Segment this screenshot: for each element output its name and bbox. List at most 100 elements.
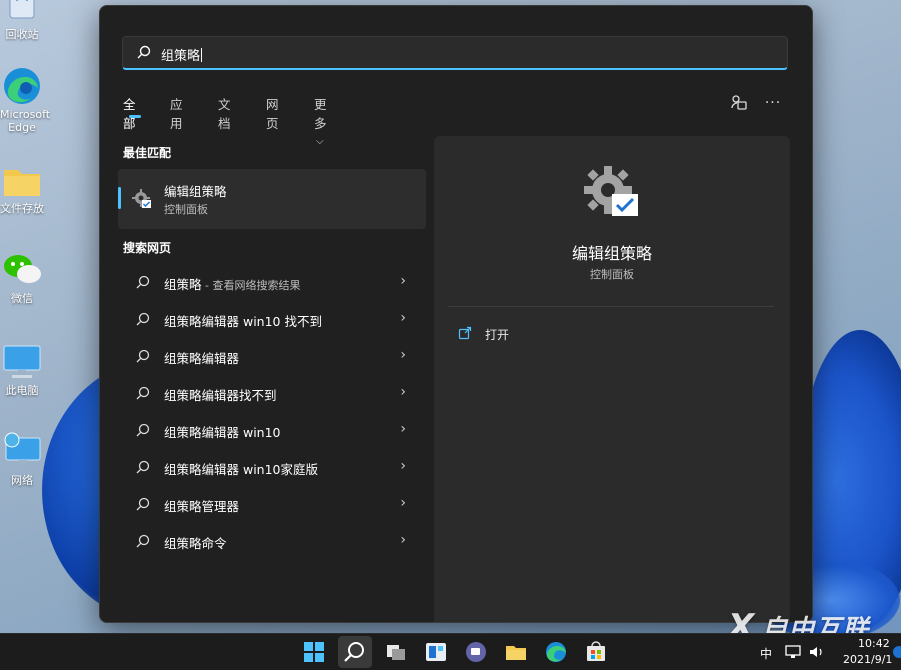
chevron-right-icon: ›: [400, 458, 406, 474]
folder-icon: [2, 160, 42, 200]
share-button[interactable]: [730, 94, 752, 116]
web-suggestion-item[interactable]: 组策略 - 查看网络搜索结果 ›: [118, 264, 426, 301]
wallpaper-bloom: [800, 330, 901, 630]
wechat-icon: [2, 250, 42, 290]
desktop-icon-recycle-bin[interactable]: 回收站: [0, 0, 44, 41]
detail-title: 编辑组策略: [571, 244, 652, 263]
text-caret: [201, 48, 203, 62]
web-suggestion-item[interactable]: 组策略编辑器找不到 ›: [118, 375, 426, 412]
search-icon: [137, 45, 151, 59]
search-box[interactable]: 组策略: [122, 36, 788, 70]
detail-pane: 编辑组策略 控制面板 打开: [434, 136, 790, 622]
web-suggestion-item[interactable]: 组策略编辑器 win10 找不到 ›: [118, 301, 426, 338]
desktop-icon-this-pc[interactable]: 此电脑: [0, 342, 44, 397]
selection-indicator: [118, 187, 121, 209]
web-suggestion-item[interactable]: 组策略编辑器 ›: [118, 338, 426, 375]
volume-icon[interactable]: [808, 643, 826, 661]
recycle-bin-icon: [2, 0, 42, 26]
web-suggestion-text: 组策略管理器: [164, 499, 240, 514]
ellipsis-icon: ···: [764, 95, 782, 111]
search-icon: [136, 386, 150, 400]
microsoft-store-icon[interactable]: [584, 640, 608, 664]
search-icon: [136, 497, 150, 511]
start-windows-icon[interactable]: [302, 640, 326, 664]
search-icon: [136, 423, 150, 437]
chevron-down-icon: ⌵: [316, 136, 324, 147]
tab-all[interactable]: 全部: [123, 94, 136, 132]
tab-apps[interactable]: 应用: [170, 94, 183, 132]
web-suggestion-text: 组策略编辑器 win10家庭版: [164, 462, 318, 477]
search-input[interactable]: 组策略: [161, 45, 203, 64]
network-icon: [2, 432, 42, 472]
chevron-right-icon: ›: [400, 384, 406, 400]
web-search-heading: 搜索网页: [123, 241, 172, 255]
divider: [448, 306, 774, 307]
people-share-icon: [731, 95, 747, 110]
chevron-right-icon: ›: [400, 532, 406, 548]
best-match-title: 编辑组策略: [164, 184, 227, 199]
web-suggestion-item[interactable]: 组策略命令 ›: [118, 523, 426, 560]
open-external-icon: [458, 326, 472, 340]
web-suggestion-text: 组策略编辑器: [164, 351, 240, 366]
chevron-right-icon: ›: [400, 273, 406, 289]
desktop-icon-label: 网络: [11, 474, 33, 487]
tab-more-label: 更多: [314, 97, 327, 131]
widgets-icon[interactable]: [424, 640, 448, 664]
desktop-icon-label: 文件存放: [0, 202, 44, 215]
chevron-right-icon: ›: [400, 310, 406, 326]
search-icon: [136, 534, 150, 548]
search-icon: [136, 460, 150, 474]
tab-documents[interactable]: 文档: [218, 94, 231, 132]
clock-date[interactable]: 2021/9/1: [843, 653, 892, 666]
search-query-text: 组策略: [161, 49, 201, 64]
edge-icon: [2, 66, 42, 106]
task-view-icon[interactable]: [384, 640, 408, 664]
suggestion-query: 组策略: [164, 277, 202, 292]
group-policy-icon: [132, 189, 151, 208]
best-match-heading: 最佳匹配: [123, 146, 172, 160]
suggestion-hint: - 查看网络搜索结果: [201, 279, 301, 292]
web-suggestion-item[interactable]: 组策略编辑器 win10家庭版 ›: [118, 449, 426, 486]
web-suggestion-text: 组策略 - 查看网络搜索结果: [164, 274, 300, 293]
chevron-right-icon: ›: [400, 421, 406, 437]
active-tab-indicator: [129, 115, 141, 118]
web-suggestion-text: 组策略命令: [164, 536, 227, 551]
clock-time[interactable]: 10:42: [858, 637, 890, 650]
network-tray-icon[interactable]: [784, 643, 802, 661]
edge-icon[interactable]: [544, 640, 568, 664]
desktop-icon-label: 此电脑: [5, 384, 39, 397]
desktop-icon-label: Microsoft Edge: [0, 108, 51, 134]
web-suggestion-text: 组策略编辑器 win10: [164, 425, 281, 440]
desktop-icon-wechat[interactable]: 微信: [0, 250, 44, 305]
web-suggestion-text: 组策略编辑器找不到: [164, 388, 277, 403]
desktop-icon-label: 回收站: [5, 28, 39, 41]
search-icon: [136, 349, 150, 363]
desktop-icon-network[interactable]: 网络: [0, 432, 44, 487]
tab-web[interactable]: 网页: [266, 94, 279, 132]
monitor-icon: [2, 342, 42, 382]
search-icon: [136, 275, 150, 289]
best-match-subtitle: 控制面板: [164, 203, 208, 216]
desktop-icon-edge[interactable]: Microsoft Edge: [0, 66, 50, 134]
open-action-label: 打开: [485, 328, 510, 342]
best-match-item[interactable]: 编辑组策略 控制面板: [118, 169, 426, 229]
chevron-right-icon: ›: [400, 347, 406, 363]
teams-chat-icon[interactable]: [464, 640, 488, 664]
more-options-button[interactable]: ···: [762, 94, 784, 116]
web-suggestion-item[interactable]: 组策略管理器 ›: [118, 486, 426, 523]
search-panel: 组策略 全部 应用 文档 网页 更多 ⌵ ··· 最佳匹配 编辑组策略 控制面板 …: [99, 5, 813, 623]
detail-subtitle: 控制面板: [590, 268, 634, 281]
taskbar: 中 10:42 2021/9/1: [0, 633, 901, 670]
desktop-icon-folder[interactable]: 文件存放: [0, 160, 44, 215]
tab-more[interactable]: 更多 ⌵: [314, 94, 327, 147]
notification-badge[interactable]: [893, 646, 901, 658]
web-suggestion-item[interactable]: 组策略编辑器 win10 ›: [118, 412, 426, 449]
group-policy-large-icon: [584, 166, 638, 216]
chevron-right-icon: ›: [400, 495, 406, 511]
search-icon: [136, 312, 150, 326]
file-explorer-icon[interactable]: [504, 640, 528, 664]
web-suggestions: 组策略 - 查看网络搜索结果 › 组策略编辑器 win10 找不到 › 组策略编…: [118, 264, 426, 560]
input-language-indicator[interactable]: 中: [760, 645, 772, 662]
web-suggestion-text: 组策略编辑器 win10 找不到: [164, 314, 322, 329]
search-icon[interactable]: [343, 640, 367, 664]
